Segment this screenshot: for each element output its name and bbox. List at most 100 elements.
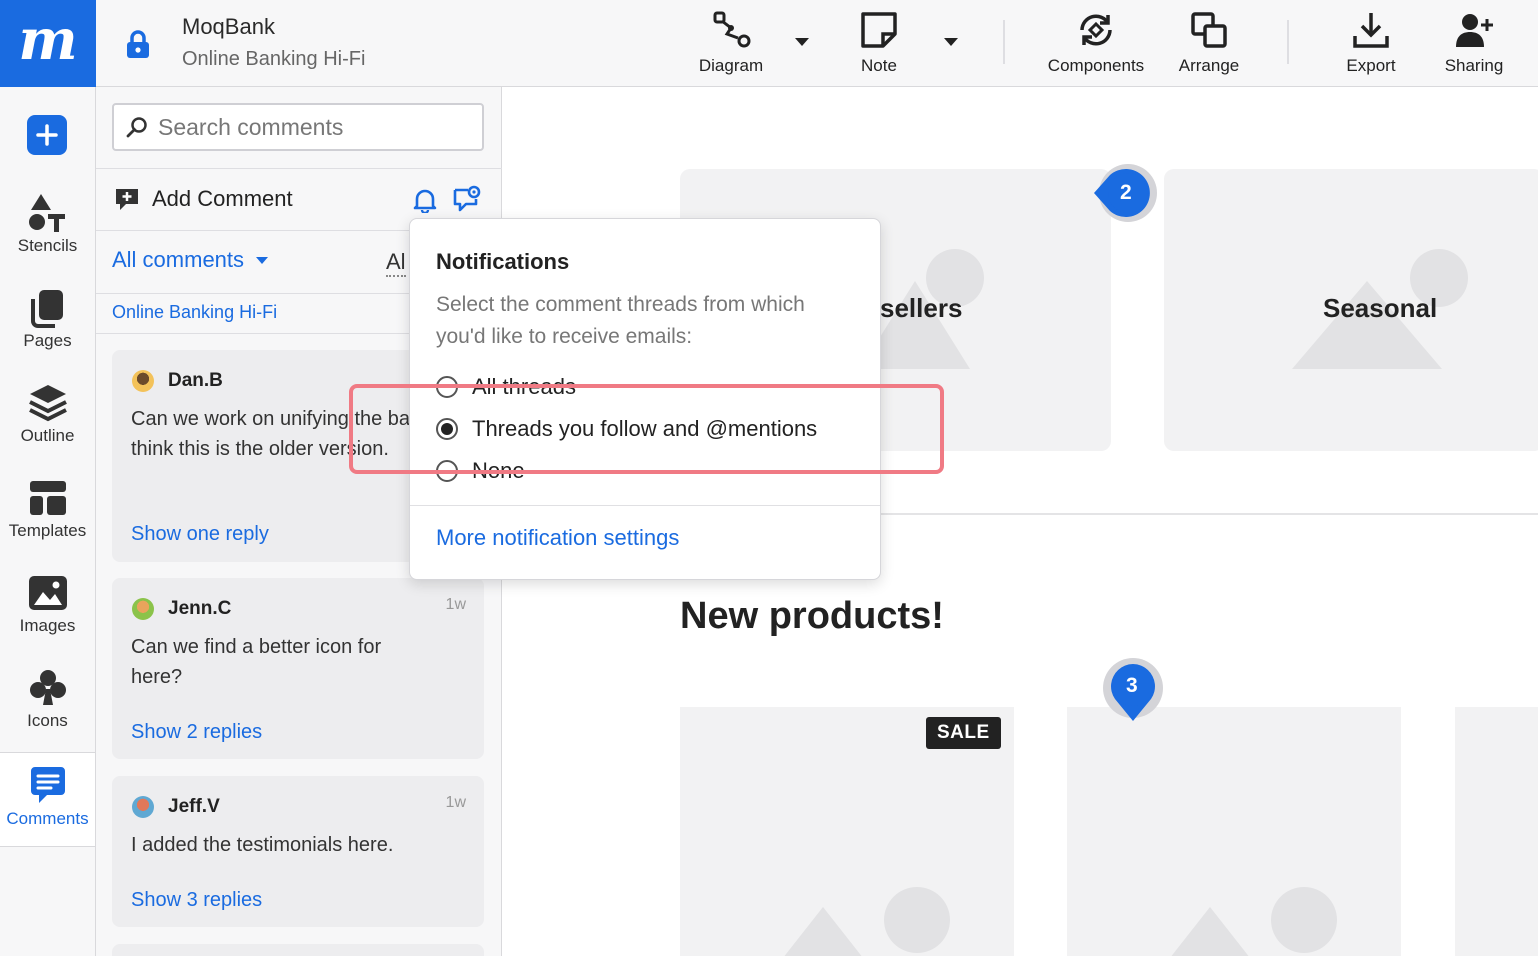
filter-label: All comments [112,247,245,272]
toolbar-separator [1287,20,1289,64]
stencils-icon [28,194,65,232]
rail-label: Icons [27,711,68,730]
comment-author: Jeff.V [132,796,220,818]
show-replies-link[interactable]: Show 3 replies [131,889,262,912]
show-replies-link[interactable]: Show one reply [131,523,269,546]
left-rail: Stencils Pages Outline Templates Images [0,87,96,956]
export-button[interactable]: Export [1336,0,1406,87]
rail-item-stencils[interactable]: Stencils [0,192,95,256]
diagram-label: Diagram [698,56,764,75]
product-tile[interactable] [1455,707,1538,956]
add-button[interactable] [27,115,67,155]
comment-thread[interactable] [112,944,484,956]
plus-icon [36,124,58,146]
toolbar-separator [1003,20,1005,64]
show-replies-link[interactable]: Show 2 replies [131,721,262,744]
templates-icon [29,481,66,515]
rail-item-templates[interactable]: Templates [0,477,95,541]
sharing-label: Sharing [1444,56,1504,75]
note-label: Note [861,56,897,75]
pin-number: 3 [1126,674,1138,697]
logo-letter: m [18,6,78,73]
diagram-button[interactable]: Diagram [690,0,772,87]
rail-label: Templates [8,521,87,540]
image-placeholder-tile[interactable]: Seasonal [1164,169,1538,451]
divider [410,505,880,506]
section-heading: New products! [680,595,944,637]
notification-settings-icon[interactable] [452,185,482,213]
rail-label: Pages [23,331,72,350]
highlight-box [349,384,944,474]
author-name: Dan.B [168,370,223,391]
avatar [132,796,154,818]
club-icon [29,670,66,705]
comment-text: I added the testimonials here. [131,834,394,856]
sale-badge: SALE [926,717,1001,749]
arrange-button[interactable]: Arrange [1170,0,1248,87]
avatar [132,370,154,392]
tile-label: Seasonal [1323,293,1438,323]
rail-item-pages[interactable]: Pages [0,287,95,351]
bell-icon[interactable] [412,187,438,213]
comment-thread[interactable]: Jeff.V 1w I added the testimonials here.… [112,776,484,927]
author-name: Jeff.V [168,796,220,817]
top-toolbar: m MoqBank Online Banking Hi-Fi Diagram N… [0,0,1538,87]
search-input[interactable] [158,113,478,141]
placeholder-sun [1271,887,1337,953]
add-comment-button[interactable]: Add Comment [114,186,293,212]
rail-item-comments[interactable]: Comments [0,752,95,847]
arrange-label: Arrange [1178,56,1240,75]
layers-icon [28,385,67,422]
note-button[interactable]: Note [844,0,914,87]
rail-item-outline[interactable]: Outline [0,382,95,446]
comment-pin[interactable]: 2 [1092,163,1160,228]
filter-all-toggle[interactable]: Al [386,249,406,277]
lock-icon[interactable] [122,28,154,60]
comment-text: Can we find a better icon for here? [131,636,382,688]
rail-label: Stencils [17,236,78,255]
popover-title: Notifications [436,249,570,274]
export-label: Export [1346,56,1396,75]
rail-item-icons[interactable]: Icons [0,667,95,731]
search-box[interactable] [112,103,484,151]
comment-time: 1w [445,794,466,811]
placeholder-mountain-icon [1171,907,1249,956]
rail-label: Comments [6,809,89,828]
components-button[interactable]: Components [1040,0,1152,87]
rail-item-images[interactable]: Images [0,572,95,636]
page-group-link[interactable]: Online Banking Hi-Fi [112,302,277,323]
rail-label: Images [19,616,76,635]
caret-down-icon [256,256,269,264]
placeholder-sun [884,887,950,953]
more-notification-settings-link[interactable]: More notification settings [436,525,679,551]
avatar [132,598,154,620]
download-icon [1353,13,1389,48]
placeholder-mountain-icon [784,907,862,956]
arrange-icon [1191,12,1227,48]
add-comment-label: Add Comment [152,186,293,211]
comment-time: 1w [445,596,466,613]
product-tile[interactable] [1067,707,1401,956]
comment-filter-dropdown[interactable]: All comments [112,247,269,273]
author-name: Jenn.C [168,598,232,619]
comment-pin[interactable]: 3 [1102,657,1164,728]
comment-thread[interactable]: Jenn.C 1w Can we find a better icon for … [112,578,484,759]
add-comment-icon [116,189,138,210]
tile-label: sellers [880,293,963,323]
sharing-button[interactable]: Sharing [1437,0,1511,87]
divider [96,168,502,169]
search-icon [126,117,147,138]
diagram-icon [713,11,751,48]
note-dropdown-icon[interactable] [944,38,958,46]
app-logo[interactable]: m [0,0,96,87]
components-icon [1080,14,1112,46]
comments-icon [30,767,65,803]
add-user-icon [1456,14,1493,47]
comment-author: Dan.B [132,370,223,392]
components-label: Components [1047,56,1145,75]
project-subtitle: Online Banking Hi-Fi [182,48,366,70]
note-icon [861,12,897,48]
popover-description: Select the comment threads from which yo… [436,293,805,348]
pages-icon [30,290,63,328]
diagram-dropdown-icon[interactable] [795,38,809,46]
